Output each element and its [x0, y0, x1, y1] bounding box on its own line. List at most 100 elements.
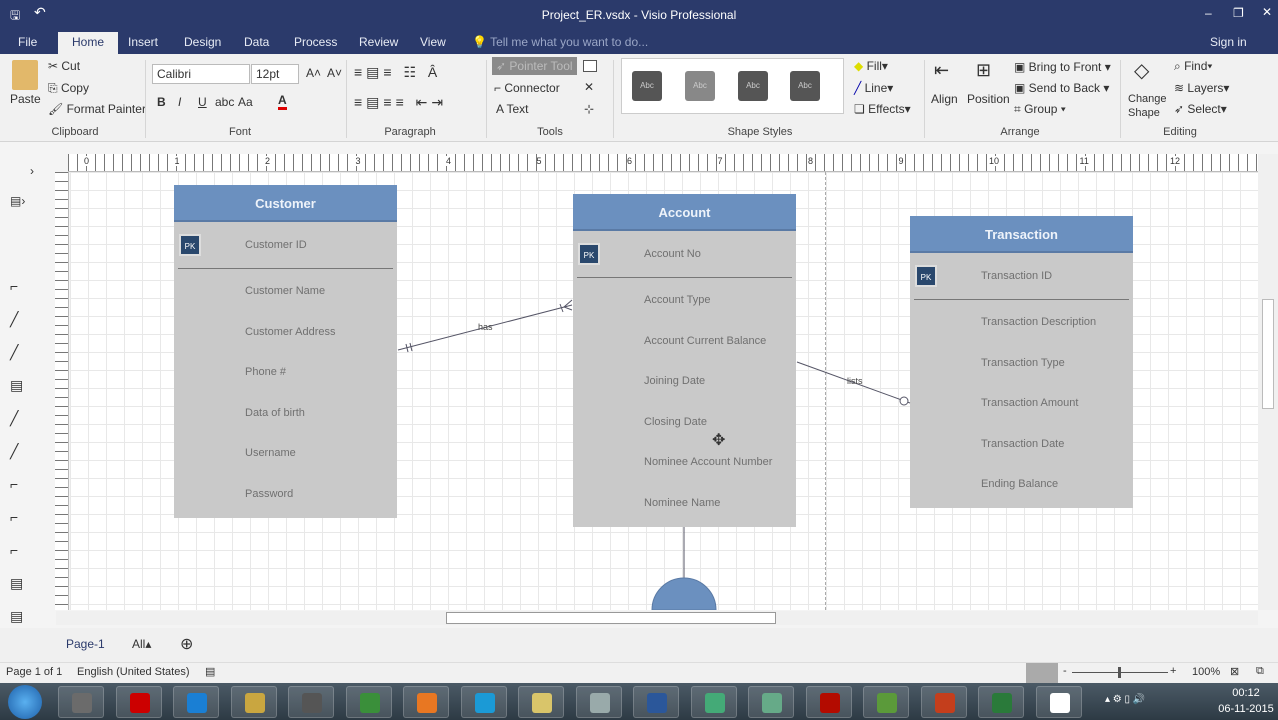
taskbar-app-button[interactable] — [115, 686, 162, 718]
vertical-align-icons[interactable]: ≡▤≡ ☷ Â — [354, 64, 441, 81]
minimize-button[interactable]: – — [1205, 6, 1212, 20]
taskbar-app-button[interactable] — [460, 686, 507, 718]
taskbar-app-button[interactable] — [690, 686, 737, 718]
expand-shapes-icon[interactable]: › — [30, 164, 34, 178]
language-status[interactable]: English (United States) — [77, 666, 190, 678]
select-button[interactable]: ➶ Select▾ — [1174, 102, 1227, 116]
tab-view[interactable]: View — [420, 35, 446, 49]
style-swatch[interactable]: Abc — [790, 71, 820, 101]
style-swatch[interactable]: Abc — [685, 71, 715, 101]
taskbar-app-button[interactable] — [863, 686, 909, 718]
start-button[interactable] — [8, 685, 42, 719]
shapes-menu-icon[interactable]: ▤› — [10, 194, 25, 208]
taskbar-app-button[interactable] — [920, 686, 967, 718]
taskbar-app-button[interactable] — [805, 686, 852, 718]
text-tool-button[interactable]: A Text — [496, 102, 528, 116]
taskbar-app-button[interactable] — [230, 686, 277, 718]
bold-button[interactable]: B — [157, 95, 166, 109]
zoom-level[interactable]: 100% — [1192, 666, 1220, 678]
semicircle-shape[interactable] — [651, 577, 717, 610]
zoom-out-button[interactable]: - — [1063, 665, 1067, 677]
connector-button[interactable]: ⌐ Connector — [494, 81, 560, 95]
vertical-scroll-thumb[interactable] — [1262, 299, 1274, 409]
ruler-label: 10 — [989, 156, 1000, 166]
effects-button[interactable]: ❏ Effects▾ — [854, 102, 911, 116]
tab-insert[interactable]: Insert — [128, 35, 158, 49]
taskbar-app-button[interactable] — [518, 686, 564, 718]
close-button[interactable]: ✕ — [1262, 5, 1272, 19]
change-case-button[interactable]: Aa — [238, 95, 253, 109]
font-family-select[interactable]: Calibri — [152, 64, 250, 84]
stencil-shape-list[interactable]: ⌐ ╱ ╱ ▤ ╱ ╱ ⌐ ⌐ ⌐ ▤ ▤ — [10, 270, 36, 633]
macro-icon[interactable]: ▤ — [205, 665, 215, 678]
shrink-font-icon[interactable]: A˅ — [327, 66, 342, 80]
taskbar-app-button[interactable] — [748, 686, 794, 718]
copy-button[interactable]: ⎘ Copy — [48, 81, 89, 96]
format-painter-button[interactable]: 🖌 Format Painter — [48, 102, 146, 116]
fill-button[interactable]: ◆ Fill▾ — [854, 59, 888, 73]
taskbar-app-button[interactable] — [345, 686, 392, 718]
paste-icon[interactable] — [12, 60, 38, 90]
tab-home[interactable]: Home — [58, 32, 119, 54]
style-swatch[interactable]: Abc — [632, 71, 662, 101]
tab-review[interactable]: Review — [359, 35, 398, 49]
clock-date[interactable]: 06-11-2015 — [1218, 703, 1274, 715]
shape-styles-gallery[interactable]: Abc Abc Abc Abc — [621, 58, 844, 114]
line-button[interactable]: ╱ Line▾ — [854, 81, 893, 95]
close-icon[interactable]: ✕ — [584, 80, 594, 94]
drawing-page[interactable]: Customer PK Customer ID Customer Name Custom… — [70, 172, 1258, 610]
fit-page-icon[interactable]: ⊠ — [1230, 665, 1239, 678]
paste-button[interactable]: Paste — [10, 92, 41, 106]
layers-button[interactable]: ≋ Layers▾ — [1174, 81, 1229, 95]
taskbar-app-button[interactable] — [633, 686, 679, 718]
italic-button[interactable]: I — [178, 95, 181, 109]
group-button[interactable]: ⌗ Group ▾ — [1014, 102, 1066, 117]
bring-to-front-button[interactable]: ▣ Bring to Front ▾ — [1014, 60, 1111, 74]
strikethrough-button[interactable]: abc — [215, 95, 234, 109]
clock-time[interactable]: 00:12 — [1218, 687, 1274, 699]
tab-design[interactable]: Design — [184, 35, 221, 49]
tray-icons[interactable]: ▴ ⚙ ▯ 🔊 — [1105, 694, 1145, 705]
change-shape-button[interactable]: Change Shape — [1128, 92, 1167, 120]
change-shape-icon[interactable]: ◇ — [1134, 58, 1149, 83]
align-icon[interactable]: ⇤ — [934, 60, 949, 81]
horizontal-scroll-thumb[interactable] — [446, 612, 776, 624]
tab-process[interactable]: Process — [294, 35, 337, 49]
font-color-icon[interactable]: A — [278, 93, 287, 110]
page-count[interactable]: Page 1 of 1 — [6, 666, 62, 678]
grow-font-icon[interactable]: A˄ — [306, 66, 321, 80]
all-pages-button[interactable]: All▴ — [132, 637, 151, 651]
pointer-tool-button[interactable]: ➶ Pointer Tool — [492, 57, 577, 75]
position-button[interactable]: Position — [967, 92, 1010, 106]
taskbar-app-button[interactable] — [173, 686, 219, 718]
zoom-slider-thumb[interactable] — [1118, 667, 1121, 678]
tab-data[interactable]: Data — [244, 35, 269, 49]
taskbar-app-button[interactable] — [288, 686, 334, 718]
vertical-scrollbar[interactable] — [1258, 154, 1278, 610]
tell-me-input[interactable]: 💡 Tell me what you want to do... — [472, 35, 648, 49]
rectangle-tool-icon[interactable] — [583, 60, 597, 72]
send-to-back-button[interactable]: ▣ Send to Back ▾ — [1014, 81, 1109, 95]
taskbar-app-button[interactable] — [575, 686, 622, 718]
underline-button[interactable]: U — [198, 95, 207, 109]
connection-point-icon[interactable]: ⊹ — [584, 102, 594, 116]
page-tab-page-1[interactable]: Page-1 — [66, 637, 105, 651]
taskbar-app-button[interactable] — [1035, 686, 1082, 718]
align-button[interactable]: Align — [931, 92, 958, 106]
style-swatch[interactable]: Abc — [738, 71, 768, 101]
horizontal-scrollbar[interactable] — [56, 611, 1258, 625]
zoom-in-button[interactable]: + — [1170, 665, 1176, 677]
sign-in-link[interactable]: Sign in — [1210, 35, 1247, 49]
font-size-select[interactable]: 12pt — [251, 64, 299, 84]
taskbar-app-button[interactable] — [58, 686, 104, 718]
tab-file[interactable]: File — [18, 35, 37, 49]
add-page-icon[interactable]: ⊕ — [180, 634, 193, 654]
restore-button[interactable]: ❐ — [1233, 6, 1244, 20]
horizontal-align-icons[interactable]: ≡▤≡≡ ⇤⇥ — [354, 94, 447, 111]
find-button[interactable]: ⌕ Find▾ — [1174, 59, 1212, 74]
switch-windows-icon[interactable]: ⧉ — [1256, 665, 1264, 678]
taskbar-app-button[interactable] — [978, 686, 1024, 718]
taskbar-app-button[interactable] — [403, 686, 449, 718]
cut-button[interactable]: ✂ Cut — [48, 59, 80, 73]
position-icon[interactable]: ⊞ — [976, 60, 991, 81]
